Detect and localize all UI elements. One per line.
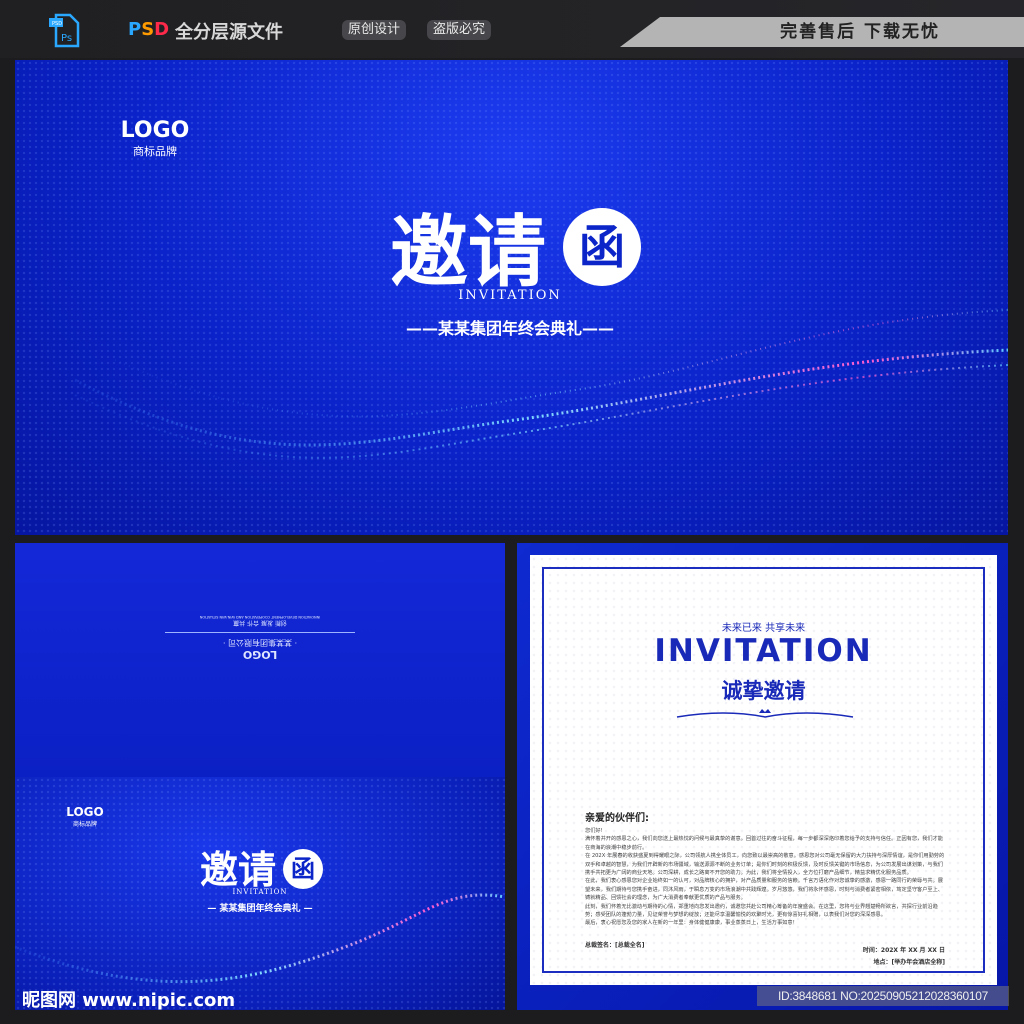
header-title: 全分层源文件 xyxy=(175,22,283,43)
letter-time: 时间：202X 年 XX 月 XX 日 xyxy=(862,947,945,954)
main-banner: LOGO 商标品牌 邀请 函 INVITATION ——某某集团年终会典礼—— xyxy=(15,60,1008,535)
letter-title-cn: 诚挚邀请 xyxy=(721,679,806,703)
psd-file-icon: PSD Ps xyxy=(49,13,80,48)
banner-event: ——某某集团年终会典礼—— xyxy=(405,319,614,338)
front-title: 邀请 xyxy=(200,847,277,892)
cover-mockup: LOGO · 某某集团有限公司 · 创新 发展 合作 共赢 INNOVATION… xyxy=(15,543,505,1010)
front-seal: 函 xyxy=(283,849,323,889)
banner-seal: 函 xyxy=(563,208,641,286)
letter-mockup: 未来已来 共享未来 INVITATION 诚挚邀请 亲爱的伙伴们: 您们好! 满怀… xyxy=(517,543,1008,1010)
image-id: ID:3848681 NO:20250905212028360107 xyxy=(757,986,1009,1006)
letter-greeting: 亲爱的伙伴们: xyxy=(585,813,649,824)
letter-body: 您们好! 满怀着并开的感恩之心，我们向您送上最热忱的问候与最真挚的谢意。回首过往的… xyxy=(585,828,945,927)
banner-title: 邀请 xyxy=(390,207,547,298)
banner-subtitle: INVITATION xyxy=(458,288,562,303)
front-logo: LOGO 商标品牌 xyxy=(66,805,104,828)
site-watermark: 昵图网 www.nipic.com xyxy=(22,990,236,1011)
front-event: — 某某集团年终会典礼 — xyxy=(207,904,313,914)
letter-card: 未来已来 共享未来 INVITATION 诚挚邀请 亲爱的伙伴们: 您们好! 满怀… xyxy=(530,555,997,985)
svg-text:Ps: Ps xyxy=(61,33,72,44)
front-subtitle: INVITATION xyxy=(232,888,288,896)
header-bar: PSD Ps PSD 全分层源文件 原创设计 盗版必究 完善售后 下载无忧 xyxy=(0,0,1024,58)
letter-title-en: INVITATION xyxy=(654,633,873,669)
banner-logo: LOGO 商标品牌 xyxy=(120,118,190,158)
back-cover-text: LOGO · 某某集团有限公司 · 创新 发展 合作 共赢 INNOVATION… xyxy=(165,615,355,661)
front-cover: LOGO 商标品牌 邀请 函 INVITATION — 某某集团年终会典礼 — xyxy=(15,777,505,1010)
letter-place: 地点：[举办年会酒店全称] xyxy=(873,959,946,966)
back-cover: LOGO · 某某集团有限公司 · 创新 发展 合作 共赢 INNOVATION… xyxy=(15,543,505,777)
svg-text:PSD: PSD xyxy=(52,21,62,27)
ornament-divider xyxy=(676,709,854,718)
tag-original: 原创设计 xyxy=(342,20,407,40)
letter-slogan: 未来已来 共享未来 xyxy=(721,623,806,634)
letter-signature: 总裁签名：[总裁全名] xyxy=(585,942,645,949)
header-slogan: 完善售后 下载无忧 xyxy=(620,17,1024,47)
psd-label: PSD xyxy=(128,19,170,40)
tag-piracy: 盗版必究 xyxy=(427,20,492,40)
